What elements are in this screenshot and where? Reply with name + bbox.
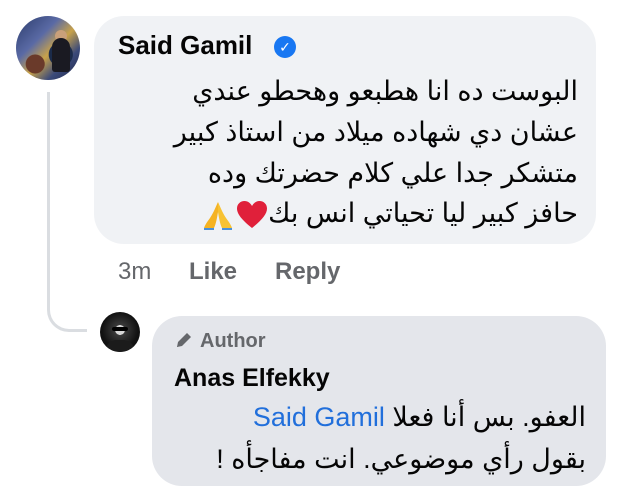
reply-button[interactable]: Reply xyxy=(275,258,340,286)
author-badge: Author xyxy=(174,330,266,353)
comment-line-2: عشان دي شهاده ميلاد من استاذ كبير xyxy=(173,117,578,147)
comment-line-3: متشكر جدا علي كلام حضرتك وده xyxy=(207,158,578,188)
comment-line-4-text: حافز كبير ليا تحياتي انس بك xyxy=(268,198,578,229)
comment-time: 3m xyxy=(118,258,152,285)
like-button[interactable]: Like xyxy=(189,258,237,286)
avatar-figure-body xyxy=(52,38,70,72)
avatar-body xyxy=(106,340,134,352)
verified-badge-icon: ✓ xyxy=(274,36,296,58)
comment-line-1: البوست ده انا هطبعو وهحطو عندي xyxy=(192,76,578,106)
reply-author-name[interactable]: Anas Elfekky xyxy=(174,364,330,393)
red-heart-icon xyxy=(236,200,268,230)
anas-avatar[interactable] xyxy=(100,312,140,352)
author-badge-label: Author xyxy=(200,330,266,352)
reply-line-1: العفو. بس أنا فعلا Said Gamil xyxy=(253,404,586,431)
comment-author-name[interactable]: Said Gamil xyxy=(118,30,252,61)
pencil-icon xyxy=(174,330,194,350)
reply-line-1-text: العفو. بس أنا فعلا xyxy=(392,402,586,432)
folded-hands-icon xyxy=(202,200,234,230)
mention-link[interactable]: Said Gamil xyxy=(253,402,385,432)
said-avatar[interactable] xyxy=(16,16,80,80)
comment-line-4: حافز كبير ليا تحياتي انس بك xyxy=(200,200,578,230)
comment-thread-line xyxy=(47,92,87,332)
avatar-sunglasses xyxy=(112,327,128,331)
reply-line-2: بقول رأي موضوعي. انت مفاجأه ! xyxy=(216,444,586,474)
